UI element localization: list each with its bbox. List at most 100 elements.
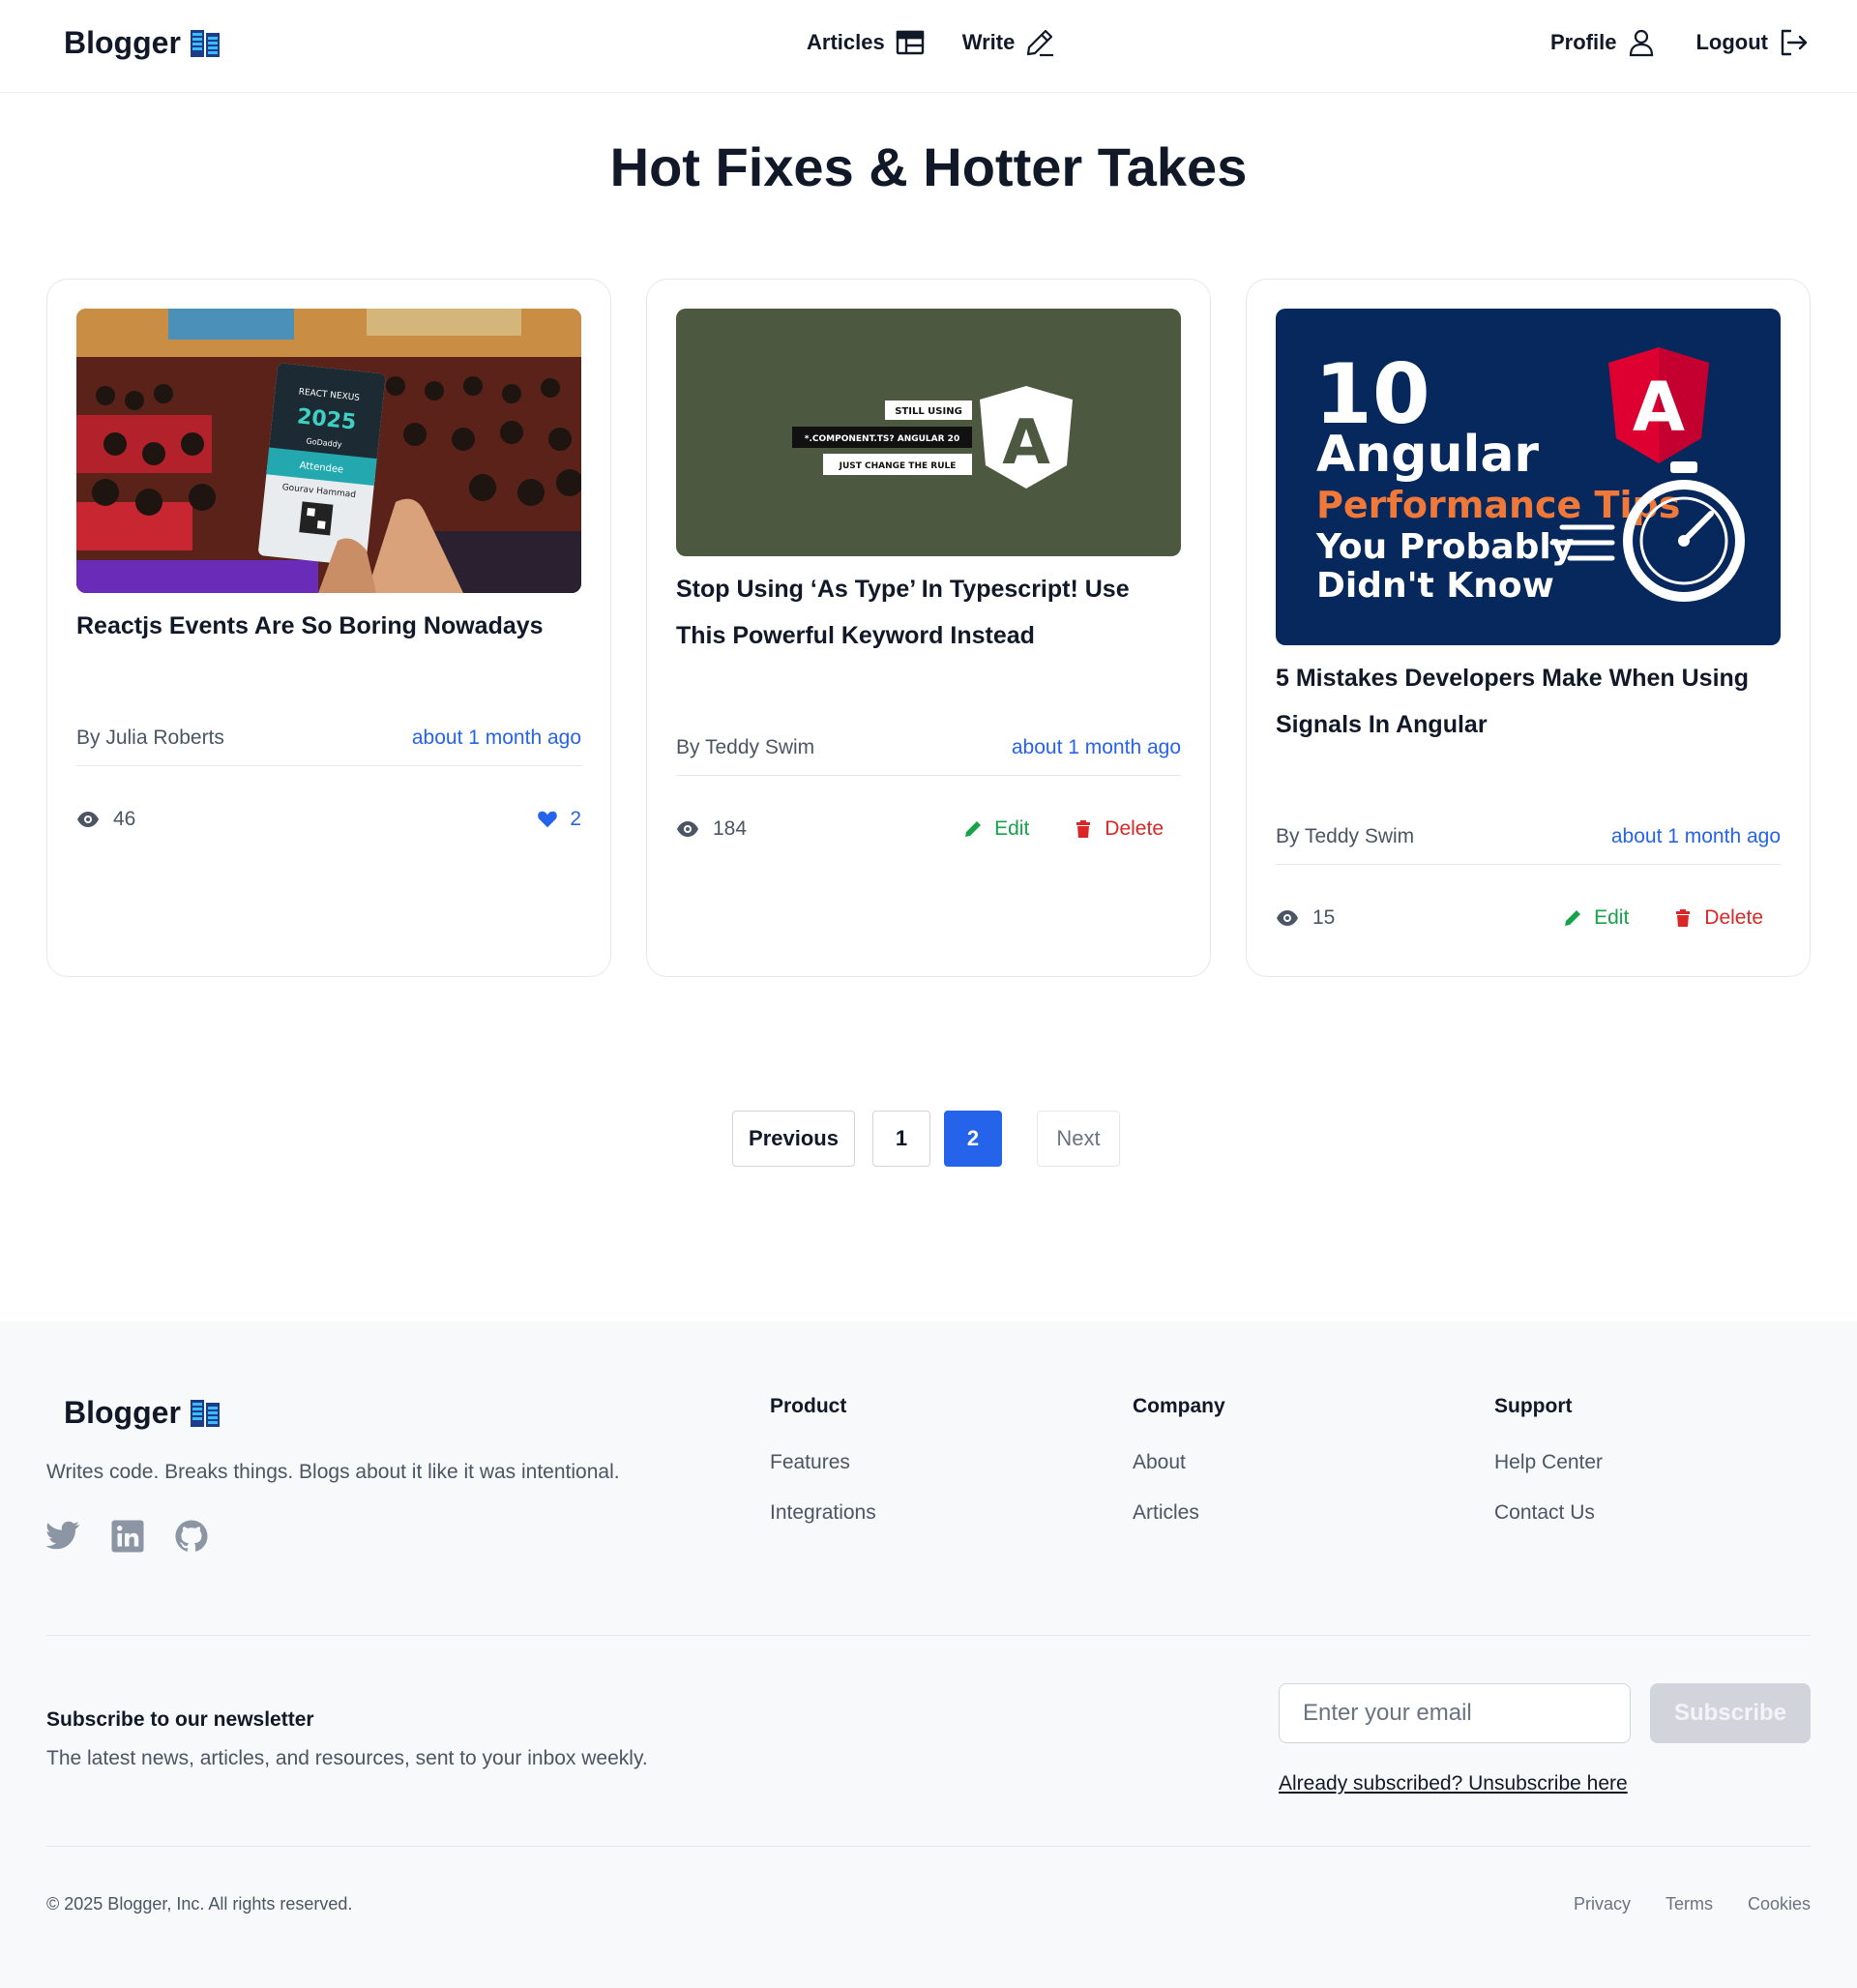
article-title[interactable]: Stop Using ‘As Type’ In Typescript! Use … (676, 566, 1181, 659)
nav-write-label: Write (961, 30, 1016, 54)
site-footer: Blogger Writes code. Breaks things. Blog… (0, 1321, 1857, 1988)
terms-link[interactable]: Terms (1665, 1894, 1713, 1914)
edit-button[interactable]: Edit (963, 817, 1029, 841)
article-meta: By Teddy Swim about 1 month ago (676, 736, 1181, 776)
newsletter-title: Subscribe to our newsletter (46, 1708, 314, 1731)
footer-column-company: Company About Articles (1133, 1395, 1225, 1552)
article-meta: By Teddy Swim about 1 month ago (1276, 825, 1781, 865)
delete-label: Delete (1105, 817, 1164, 840)
book-icon (190, 1399, 220, 1427)
article-card[interactable]: REACT NEXUS 2025 GoDaddy Attendee Gourav… (46, 279, 611, 977)
footer-column-product: Product Features Integrations (770, 1395, 876, 1552)
footer-column-title: Support (1494, 1395, 1573, 1417)
top-navbar: Blogger Articles Write Profile Logout (0, 0, 1857, 93)
image-label-1: STILL USING (895, 406, 962, 417)
brand-name: Blogger (64, 25, 181, 60)
article-thumbnail[interactable]: STILL USING *.COMPONENT.TS? ANGULAR 20 J… (676, 309, 1181, 556)
footer-link-help-center[interactable]: Help Center (1494, 1451, 1603, 1474)
nav-profile-label: Profile (1550, 30, 1617, 54)
layout-icon (896, 30, 924, 55)
twitter-icon[interactable] (46, 1519, 81, 1554)
privacy-link[interactable]: Privacy (1574, 1894, 1631, 1914)
angular-component-image: STILL USING *.COMPONENT.TS? ANGULAR 20 J… (676, 309, 1181, 556)
nav-logout[interactable]: Logout (1695, 27, 1809, 58)
nav-write[interactable]: Write (962, 27, 1056, 58)
article-time: about 1 month ago (1011, 736, 1181, 758)
cookies-link[interactable]: Cookies (1748, 1894, 1811, 1914)
footer-brand-logo[interactable]: Blogger (64, 1395, 221, 1431)
previous-page-button[interactable]: Previous (732, 1111, 855, 1167)
nav-logout-label: Logout (1695, 30, 1768, 54)
footer-link-features[interactable]: Features (770, 1451, 876, 1474)
footer-link-about[interactable]: About (1133, 1451, 1225, 1474)
eye-icon (1277, 910, 1298, 926)
footer-link-contact-us[interactable]: Contact Us (1494, 1501, 1603, 1525)
book-icon (190, 29, 220, 57)
eye-icon (77, 812, 99, 827)
article-thumbnail[interactable]: REACT NEXUS 2025 GoDaddy Attendee Gourav… (76, 309, 581, 593)
article-time: about 1 month ago (411, 727, 581, 749)
edit-button[interactable]: Edit (1563, 906, 1629, 930)
pencil-icon (965, 821, 982, 837)
views-count: 46 (76, 808, 135, 831)
brand-logo[interactable]: Blogger (64, 25, 221, 61)
article-stats: 46 2 (76, 808, 581, 831)
image-label-2: *.COMPONENT.TS? ANGULAR 20 (805, 434, 959, 444)
delete-button[interactable]: Delete (1074, 817, 1164, 841)
footer-tagline: Writes code. Breaks things. Blogs about … (46, 1461, 620, 1483)
next-page-button[interactable]: Next (1037, 1111, 1120, 1167)
delete-button[interactable]: Delete (1673, 906, 1763, 930)
angular-performance-image: 10 Angular Performance Tips You Probably… (1276, 309, 1781, 645)
article-meta: By Julia Roberts about 1 month ago (76, 727, 581, 766)
trash-icon (1076, 820, 1091, 838)
footer-divider (46, 1846, 1811, 1847)
newsletter-description: The latest news, articles, and resources… (46, 1747, 648, 1769)
article-thumbnail[interactable]: 10 Angular Performance Tips You Probably… (1276, 309, 1781, 645)
github-icon[interactable] (174, 1519, 209, 1554)
article-time: about 1 month ago (1610, 825, 1781, 847)
footer-brand-name: Blogger (64, 1395, 181, 1430)
article-stats: 184 Edit Delete (676, 817, 1181, 841)
main-nav: Articles Write (807, 27, 1055, 58)
image-line-4: Didn't Know (1316, 566, 1554, 606)
image-label-3: JUST CHANGE THE RULE (839, 461, 957, 471)
delete-label: Delete (1704, 906, 1763, 929)
footer-column-title: Company (1133, 1395, 1225, 1417)
nav-profile[interactable]: Profile (1550, 27, 1657, 58)
like-button[interactable]: 2 (537, 808, 581, 831)
newsletter-email-input[interactable] (1279, 1683, 1631, 1743)
page-title: Hot Fixes & Hotter Takes (609, 136, 1248, 197)
logout-icon (1781, 29, 1808, 56)
page-1-button[interactable]: 1 (872, 1111, 930, 1167)
footer-divider (46, 1635, 1811, 1636)
likes-value: 2 (570, 808, 581, 830)
views-value: 46 (113, 808, 136, 830)
article-author: By Teddy Swim (1276, 825, 1415, 847)
views-value: 184 (713, 817, 748, 840)
nav-articles-label: Articles (807, 30, 885, 54)
unsubscribe-link[interactable]: Already subscribed? Unsubscribe here (1279, 1772, 1628, 1795)
article-card[interactable]: STILL USING *.COMPONENT.TS? ANGULAR 20 J… (646, 279, 1211, 977)
edit-label: Edit (994, 817, 1030, 840)
article-title[interactable]: Reactjs Events Are So Boring Nowadays (76, 603, 581, 649)
user-icon (1630, 29, 1654, 57)
footer-column-support: Support Help Center Contact Us (1494, 1395, 1603, 1552)
article-stats: 15 Edit Delete (1276, 906, 1781, 930)
eye-icon (677, 821, 698, 837)
article-title[interactable]: 5 Mistakes Developers Make When Using Si… (1276, 655, 1781, 748)
linkedin-icon[interactable] (110, 1519, 145, 1554)
legal-links: Privacy Terms Cookies (1574, 1894, 1811, 1914)
page-2-button[interactable]: 2 (944, 1111, 1002, 1167)
conference-photo: REACT NEXUS 2025 GoDaddy Attendee Gourav… (76, 309, 581, 593)
image-line-2: Performance Tips (1316, 484, 1680, 526)
heart-icon (538, 811, 558, 828)
pencil-icon (1027, 29, 1054, 57)
angular-logo-letter: A (1633, 368, 1685, 447)
article-card[interactable]: 10 Angular Performance Tips You Probably… (1246, 279, 1811, 977)
trash-icon (1676, 909, 1691, 927)
subscribe-button[interactable]: Subscribe (1650, 1683, 1811, 1743)
nav-articles[interactable]: Articles (807, 27, 926, 58)
footer-link-articles[interactable]: Articles (1133, 1501, 1225, 1525)
article-author: By Julia Roberts (76, 727, 224, 749)
footer-link-integrations[interactable]: Integrations (770, 1501, 876, 1525)
